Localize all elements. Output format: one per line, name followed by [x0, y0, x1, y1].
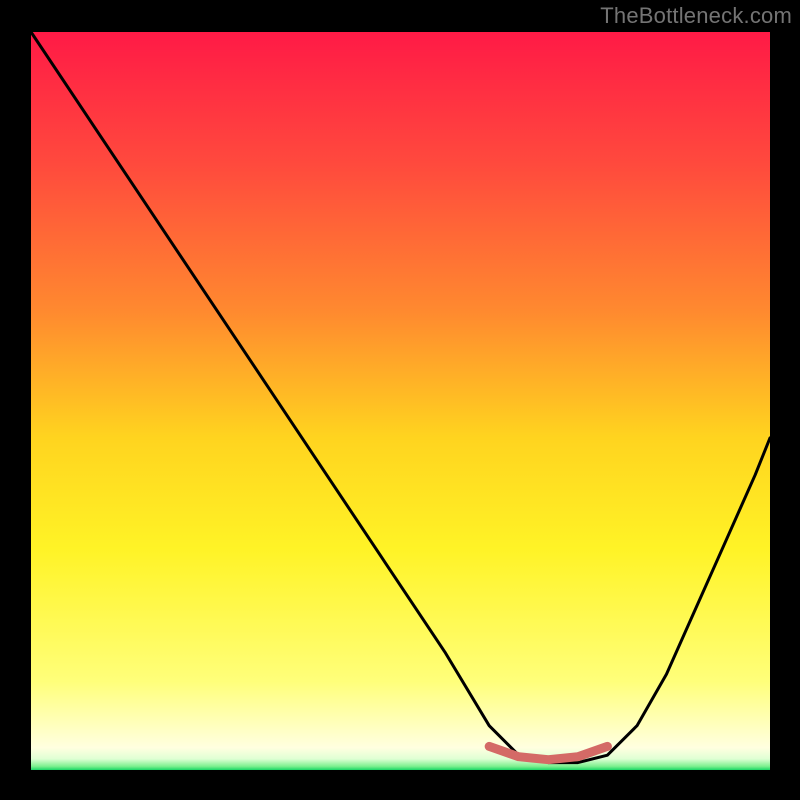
bottleneck-chart	[0, 0, 800, 800]
chart-stage: TheBottleneck.com	[0, 0, 800, 800]
plot-background	[31, 32, 770, 770]
